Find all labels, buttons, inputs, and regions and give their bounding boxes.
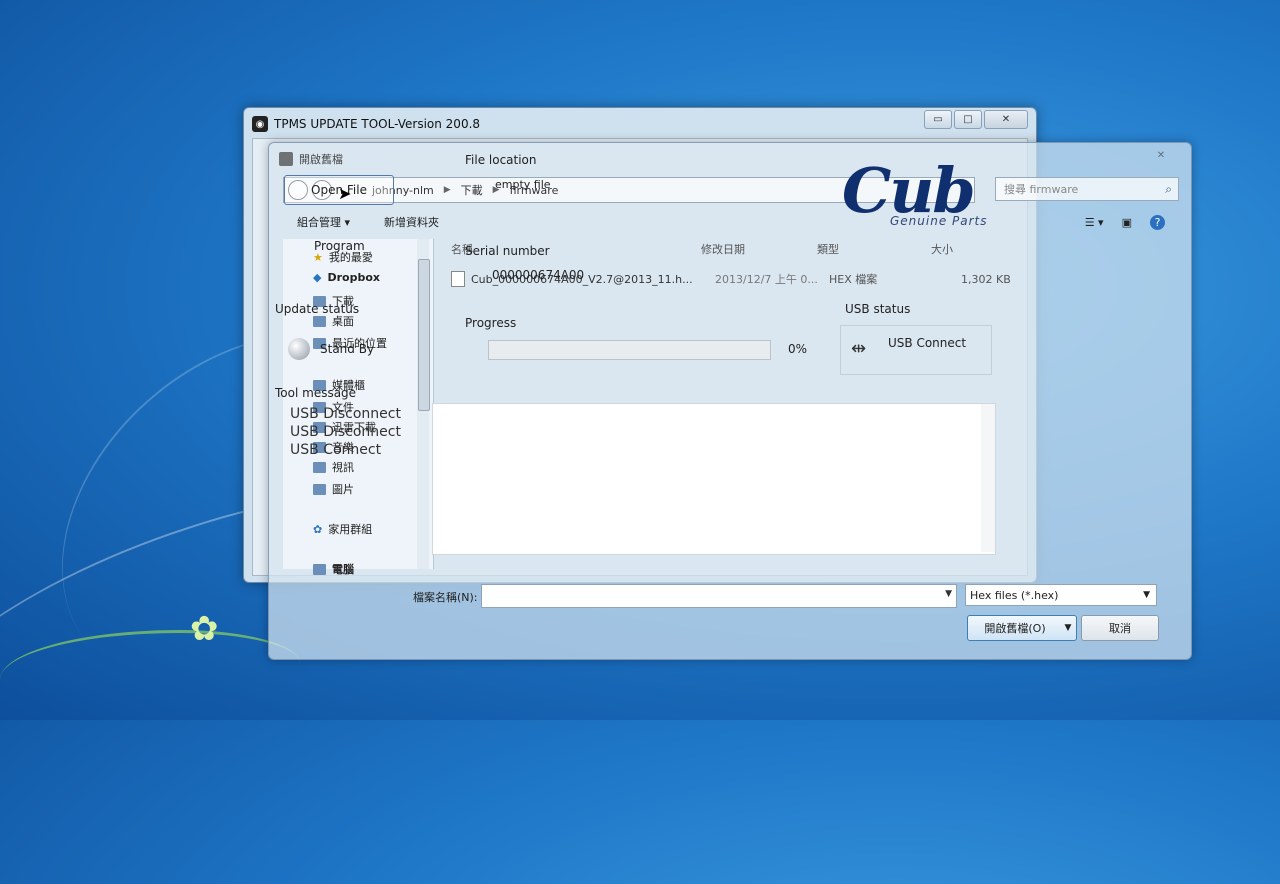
file-type-value: Hex files (*.hex) — [970, 588, 1059, 602]
file-type-select[interactable]: Hex files (*.hex) ▼ — [965, 584, 1157, 606]
open-file-dialog: 開啟舊檔 ✕ johnny-nlm ▶ 下載 ▶ firmware 搜尋 fir… — [268, 142, 1192, 660]
usb-status-label: USB status — [845, 302, 911, 316]
update-status-value: Stand By — [320, 342, 375, 356]
progress-label: Progress — [465, 316, 517, 330]
logo-main-text: Cub — [842, 154, 976, 227]
dropbox-icon: ◆ — [313, 271, 322, 284]
dialog-icon — [279, 152, 293, 166]
progress-bar — [488, 340, 771, 360]
column-header-type[interactable]: 類型 — [817, 241, 839, 257]
maximize-button[interactable]: □ — [954, 110, 982, 129]
filename-label: 檔案名稱(N): — [413, 591, 478, 604]
navigation-pane: ★ 我的最愛 ◆ Dropbox 下載 桌面 最近的位置 媒體櫃 文件 迅雷下載 音… — [283, 239, 434, 576]
chevron-right-icon: ▶ — [443, 185, 451, 195]
video-icon — [313, 461, 326, 473]
nav-item-videos[interactable]: 視訊 — [313, 459, 354, 475]
view-options-icon[interactable]: ☰ ▾ — [1085, 216, 1104, 229]
usb-status-value: USB Connect — [888, 336, 967, 350]
scrollbar-thumb[interactable] — [418, 259, 430, 411]
preview-pane-icon[interactable]: ▣ — [1122, 216, 1132, 229]
file-location-label: File location — [465, 153, 537, 167]
tool-message-label: Tool message — [275, 386, 357, 400]
minimize-button[interactable]: ▭ — [924, 110, 952, 129]
nav-item-homegroup[interactable]: ✿ 家用群組 — [313, 521, 372, 537]
nav-scrollbar[interactable] — [417, 239, 430, 569]
open-options-button[interactable]: ▼ — [1060, 615, 1077, 641]
dialog-bottom-bar: 檔案名稱(N): ▼ Hex files (*.hex) ▼ 開啟舊檔(O) ▼… — [269, 575, 1191, 659]
close-button[interactable]: ✕ — [984, 110, 1028, 129]
usb-icon: ⇹ — [851, 338, 867, 359]
breadcrumb-item[interactable]: 下載 — [461, 182, 483, 198]
filename-input[interactable]: ▼ — [481, 584, 957, 608]
dialog-title: 開啟舊檔 — [299, 153, 343, 166]
file-modified: 2013/12/7 上午 0... — [715, 273, 818, 286]
pictures-icon — [313, 483, 326, 495]
nav-item-pictures[interactable]: 圖片 — [313, 481, 354, 497]
serial-number-value: 000000674A00 — [492, 268, 585, 282]
usb-status-group: ⇹ USB Connect — [840, 325, 992, 375]
logo-sub-text: Genuine Parts — [890, 214, 988, 228]
chevron-down-icon: ▼ — [1143, 590, 1150, 600]
message-line: USB Connect — [290, 442, 382, 458]
desktop-icon — [313, 315, 326, 327]
tool-message-area[interactable] — [432, 403, 996, 555]
new-folder-button[interactable]: 新增資料夾 — [384, 214, 439, 230]
cancel-button[interactable]: 取消 — [1081, 615, 1159, 641]
program-label: Program — [314, 239, 365, 253]
help-icon[interactable]: ? — [1150, 214, 1165, 230]
update-status-label: Update status — [275, 302, 360, 316]
search-icon: ⌕ — [1165, 182, 1172, 196]
message-scrollbar[interactable] — [981, 404, 995, 552]
tire-icon: ◉ — [252, 116, 268, 132]
dialog-title-bar: 開啟舊檔 — [279, 151, 343, 167]
window-title-bar: ◉ TPMS UPDATE TOOL-Version 200.8 — [252, 115, 480, 133]
organize-button[interactable]: 組合管理 ▾ — [297, 214, 350, 230]
column-header-size[interactable]: 大小 — [931, 241, 953, 257]
window-controls: ▭ □ ✕ — [924, 110, 1028, 129]
serial-number-label: Serial number — [465, 244, 550, 258]
mouse-cursor-icon: ➤ — [338, 184, 352, 203]
file-size: 1,302 KB — [961, 272, 1011, 286]
file-location-value: empty file — [495, 178, 551, 191]
window-title: TPMS UPDATE TOOL-Version 200.8 — [274, 117, 481, 131]
message-line: USB Disconnect — [290, 406, 401, 422]
file-icon — [451, 271, 465, 287]
open-button[interactable]: 開啟舊檔(O) — [967, 615, 1063, 641]
dialog-close-button[interactable]: ✕ — [1141, 147, 1181, 163]
nav-item-dropbox[interactable]: ◆ Dropbox — [313, 271, 380, 284]
flower-icon: ✿ — [190, 609, 219, 649]
status-indicator-icon — [288, 338, 310, 360]
column-header-modified[interactable]: 修改日期 — [701, 241, 745, 257]
cub-logo: Cub Genuine Parts — [842, 154, 988, 229]
progress-percent: 0% — [788, 342, 808, 356]
chevron-down-icon[interactable]: ▼ — [945, 589, 952, 599]
file-type: HEX 檔案 — [829, 273, 878, 286]
search-input[interactable]: 搜尋 firmware ⌕ — [995, 177, 1179, 201]
computer-icon — [313, 563, 326, 575]
message-line: USB Disconnect — [290, 424, 401, 440]
dialog-toolbar: 組合管理 ▾ 新增資料夾 ☰ ▾ ▣ ? — [283, 209, 1179, 235]
homegroup-icon: ✿ — [313, 522, 323, 536]
search-placeholder: 搜尋 firmware — [1004, 183, 1079, 196]
